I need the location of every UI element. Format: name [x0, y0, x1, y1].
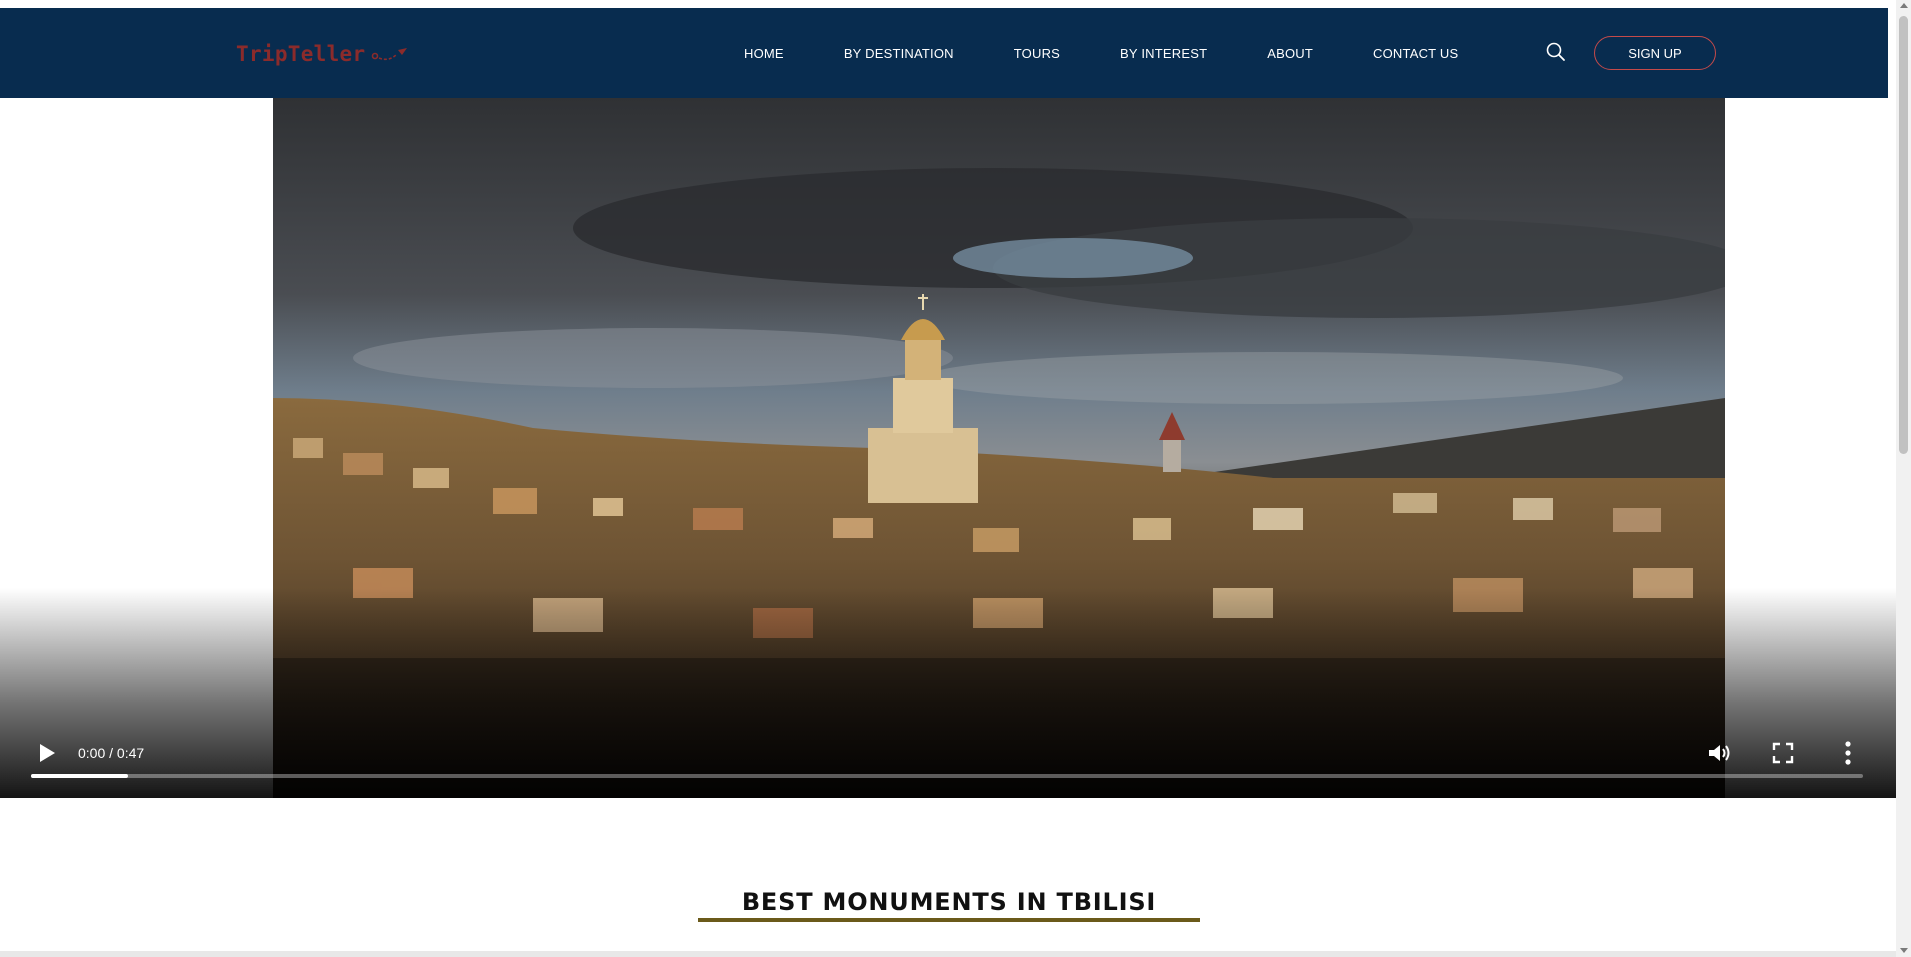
more-vertical-icon[interactable] [1838, 740, 1858, 766]
fullscreen-icon[interactable] [1772, 742, 1794, 764]
city-panorama-image [273, 98, 1725, 798]
video-progress-buffered [31, 774, 129, 778]
nav-tours[interactable]: TOURS [1014, 46, 1060, 61]
video-controls: 0:00 / 0:47 [0, 718, 1896, 798]
play-icon[interactable] [36, 741, 58, 765]
video-frame [273, 98, 1725, 798]
section-title-underline [698, 918, 1200, 922]
scrollbar-thumb[interactable] [1899, 16, 1908, 454]
page: TripTeller HOME BY DESTINATION TOURS BY … [0, 0, 1911, 957]
bottom-strip [0, 951, 1896, 957]
nav-by-destination[interactable]: BY DESTINATION [844, 46, 954, 61]
search-icon[interactable] [1545, 41, 1567, 63]
logo[interactable]: TripTeller [236, 42, 411, 66]
video-time: 0:00 / 0:47 [78, 745, 145, 761]
video-progress-bar[interactable] [31, 774, 1863, 778]
nav-home[interactable]: HOME [744, 46, 784, 61]
site-header: TripTeller HOME BY DESTINATION TOURS BY … [0, 8, 1888, 98]
nav-by-interest[interactable]: BY INTEREST [1120, 46, 1207, 61]
scroll-down-arrow-icon[interactable] [1900, 948, 1908, 953]
main-nav: HOME BY DESTINATION TOURS BY INTEREST AB… [744, 8, 1458, 98]
volume-icon[interactable] [1706, 741, 1734, 765]
scroll-up-arrow-icon[interactable] [1900, 3, 1908, 8]
top-strip [0, 0, 1890, 8]
nav-contact-us[interactable]: CONTACT US [1373, 46, 1458, 61]
sign-up-button[interactable]: SIGN UP [1594, 36, 1716, 70]
section-title: BEST MONUMENTS IN TBILISI [741, 888, 1157, 916]
logo-text: TripTeller [236, 42, 366, 66]
plane-path-icon [372, 48, 408, 61]
hero-video[interactable]: 0:00 / 0:47 [0, 98, 1896, 798]
nav-about[interactable]: ABOUT [1267, 46, 1313, 61]
page-scrollbar[interactable] [1896, 0, 1911, 957]
